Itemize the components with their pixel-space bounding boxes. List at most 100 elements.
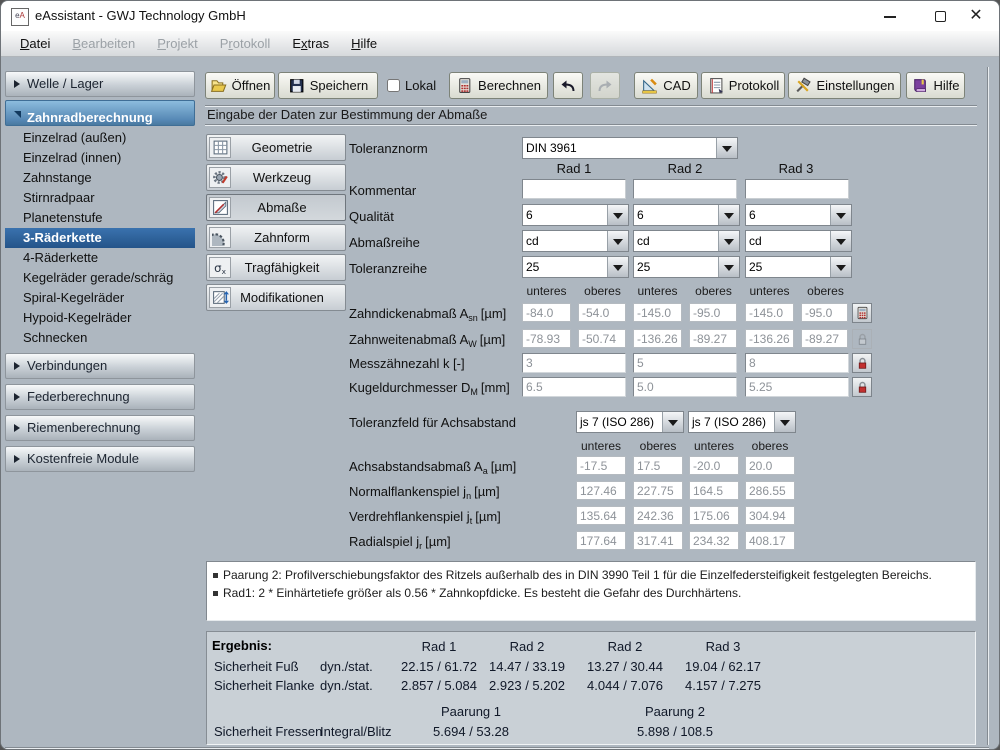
sidebar-group-welle-lager[interactable]: Welle / Lager [5, 71, 195, 97]
dropdown-arrow-icon[interactable] [607, 231, 628, 251]
qualitaet-rad1-select[interactable]: 6 [522, 204, 629, 226]
svg-text:x: x [221, 267, 226, 276]
fuss-mode: dyn./stat. [320, 659, 373, 674]
messzaehnezahl-rad2-field[interactable]: 5 [633, 353, 737, 373]
zahndicken-field: -84.0 [522, 303, 571, 322]
chevron-right-icon [14, 362, 20, 370]
local-checkbox[interactable] [387, 79, 400, 92]
nav-tragfaehigkeit-button[interactable]: σx Tragfähigkeit [206, 254, 346, 281]
dropdown-arrow-icon[interactable] [662, 412, 683, 432]
sidebar-item-4-raederkette[interactable]: 4-Räderkette [5, 248, 195, 268]
kugeldurchmesser-lock-button[interactable] [852, 377, 872, 397]
sidebar-item-spiral-kegelraeder[interactable]: Spiral-Kegelräder [5, 288, 195, 308]
sidebar-item-einzelrad-innen[interactable]: Einzelrad (innen) [5, 148, 195, 168]
abmassreihe-rad3-select[interactable]: cd [745, 230, 852, 252]
verdrehflankenspiel-field: 304.94 [745, 506, 795, 525]
messzaehnezahl-rad3-field[interactable]: 8 [745, 353, 849, 373]
lock-open-icon [856, 332, 869, 346]
kommentar-rad3-input[interactable] [745, 179, 849, 199]
kommentar-label: Kommentar [349, 183, 416, 198]
sidebar-item-hypoid-kegelraeder[interactable]: Hypoid-Kegelräder [5, 308, 195, 328]
kommentar-rad2-input[interactable] [633, 179, 737, 199]
undo-icon [560, 79, 576, 93]
sidebar-group-federberechnung[interactable]: Federberechnung [5, 384, 195, 410]
menu-protokoll: Protokoll [209, 36, 282, 51]
sidebar-group-verbindungen[interactable]: Verbindungen [5, 353, 195, 379]
bottom-frame-line [5, 747, 989, 748]
dropdown-arrow-icon[interactable] [718, 231, 739, 251]
sidebar-item-stirnradpaar[interactable]: Stirnradpaar [5, 188, 195, 208]
qualitaet-rad2-select[interactable]: 6 [633, 204, 740, 226]
undo-button[interactable] [553, 72, 583, 99]
toleranzreihe-rad1-select[interactable]: 25 [522, 256, 629, 278]
dropdown-arrow-icon[interactable] [607, 205, 628, 225]
nav-geometrie-button[interactable]: Geometrie [206, 134, 346, 161]
results-header-rad3: Rad 3 [681, 639, 765, 654]
abmassreihe-rad2-select[interactable]: cd [633, 230, 740, 252]
save-button[interactable]: Speichern [278, 72, 378, 99]
tools-icon [794, 77, 811, 94]
menu-hilfe[interactable]: Hilfe [340, 36, 388, 51]
kugeldurchmesser-rad3-field[interactable]: 5.25 [745, 377, 849, 397]
zahndicken-calc-button[interactable] [852, 303, 872, 323]
settings-button[interactable]: Einstellungen [788, 72, 901, 99]
nav-abmasse-button[interactable]: Abmaße [206, 194, 346, 221]
calculate-button[interactable]: Berechnen [449, 72, 548, 99]
close-button[interactable]: ✕ [954, 1, 998, 31]
cad-button[interactable]: CAD [634, 72, 698, 99]
normalflankenspiel-field: 127.46 [576, 481, 626, 500]
help-button[interactable]: Hilfe [906, 72, 965, 99]
minimize-icon [884, 16, 896, 18]
kommentar-rad1-input[interactable] [522, 179, 626, 199]
sidebar-item-planetenstufe[interactable]: Planetenstufe [5, 208, 195, 228]
toleranzfeld-paarung2-select[interactable]: js 7 (ISO 286) [688, 411, 796, 433]
nav-werkzeug-button[interactable]: Werkzeug [206, 164, 346, 191]
sidebar-group-kostenfreie-module[interactable]: Kostenfreie Module [5, 446, 195, 472]
open-button[interactable]: Öffnen [205, 72, 275, 99]
nav-zahnform-button[interactable]: Zahnform [206, 224, 346, 251]
kugeldurchmesser-rad2-field[interactable]: 5.0 [633, 377, 737, 397]
messzaehnezahl-label: Messzähnezahl k [-] [349, 356, 465, 371]
zahnweiten-lock-button[interactable] [852, 329, 872, 349]
toleranzfeld-paarung1-select[interactable]: js 7 (ISO 286) [576, 411, 684, 433]
fressen-value: 5.694 / 53.28 [396, 724, 546, 739]
chevron-right-icon [14, 80, 20, 88]
kugeldurchmesser-label: Kugeldurchmesser DM[mm] [349, 380, 510, 397]
toleranzreihe-rad2-select[interactable]: 25 [633, 256, 740, 278]
messzaehnezahl-rad1-field[interactable]: 3 [522, 353, 626, 373]
sidebar-item-schnecken[interactable]: Schnecken [5, 328, 195, 348]
minimize-button[interactable] [868, 1, 912, 31]
window-title: eAssistant - GWJ Technology GmbH [35, 8, 246, 23]
lock-closed-icon [856, 356, 869, 370]
sidebar-group-riemenberechnung[interactable]: Riemenberechnung [5, 415, 195, 441]
sidebar-item-kegelraeder[interactable]: Kegelräder gerade/schräg [5, 268, 195, 288]
abmassreihe-label: Abmaßreihe [349, 235, 420, 250]
kugeldurchmesser-rad1-field[interactable]: 6.5 [522, 377, 626, 397]
dropdown-arrow-icon[interactable] [716, 138, 737, 158]
toleranznorm-select[interactable]: DIN 3961 [522, 137, 738, 159]
menu-extras[interactable]: Extras [281, 36, 340, 51]
qualitaet-rad3-select[interactable]: 6 [745, 204, 852, 226]
menu-datei[interactable]: Datei [9, 36, 61, 51]
protocol-button[interactable]: Protokoll [701, 72, 785, 99]
sidebar-item-3-raederkette[interactable]: 3-Räderkette [5, 228, 195, 248]
zahnweiten-field: -89.27 [689, 329, 737, 348]
oberes-header: oberes [578, 284, 627, 298]
messzaehnezahl-lock-button[interactable] [852, 353, 872, 373]
toleranzreihe-rad3-select[interactable]: 25 [745, 256, 852, 278]
dropdown-arrow-icon[interactable] [830, 257, 851, 277]
sidebar-item-zahnstange[interactable]: Zahnstange [5, 168, 195, 188]
dropdown-arrow-icon[interactable] [830, 205, 851, 225]
verdrehflankenspiel-field: 135.64 [576, 506, 626, 525]
dropdown-arrow-icon[interactable] [607, 257, 628, 277]
toleranzfeld-label: Toleranzfeld für Achsabstand [349, 415, 516, 430]
dropdown-arrow-icon[interactable] [830, 231, 851, 251]
dropdown-arrow-icon[interactable] [774, 412, 795, 432]
sidebar-item-einzelrad-aussen[interactable]: Einzelrad (außen) [5, 128, 195, 148]
dropdown-arrow-icon[interactable] [718, 257, 739, 277]
chevron-down-icon [14, 111, 21, 122]
sidebar-group-zahnradberechnung[interactable]: Zahnradberechnung [5, 100, 195, 126]
abmassreihe-rad1-select[interactable]: cd [522, 230, 629, 252]
nav-modifikationen-button[interactable]: Modifikationen [206, 284, 346, 311]
dropdown-arrow-icon[interactable] [718, 205, 739, 225]
